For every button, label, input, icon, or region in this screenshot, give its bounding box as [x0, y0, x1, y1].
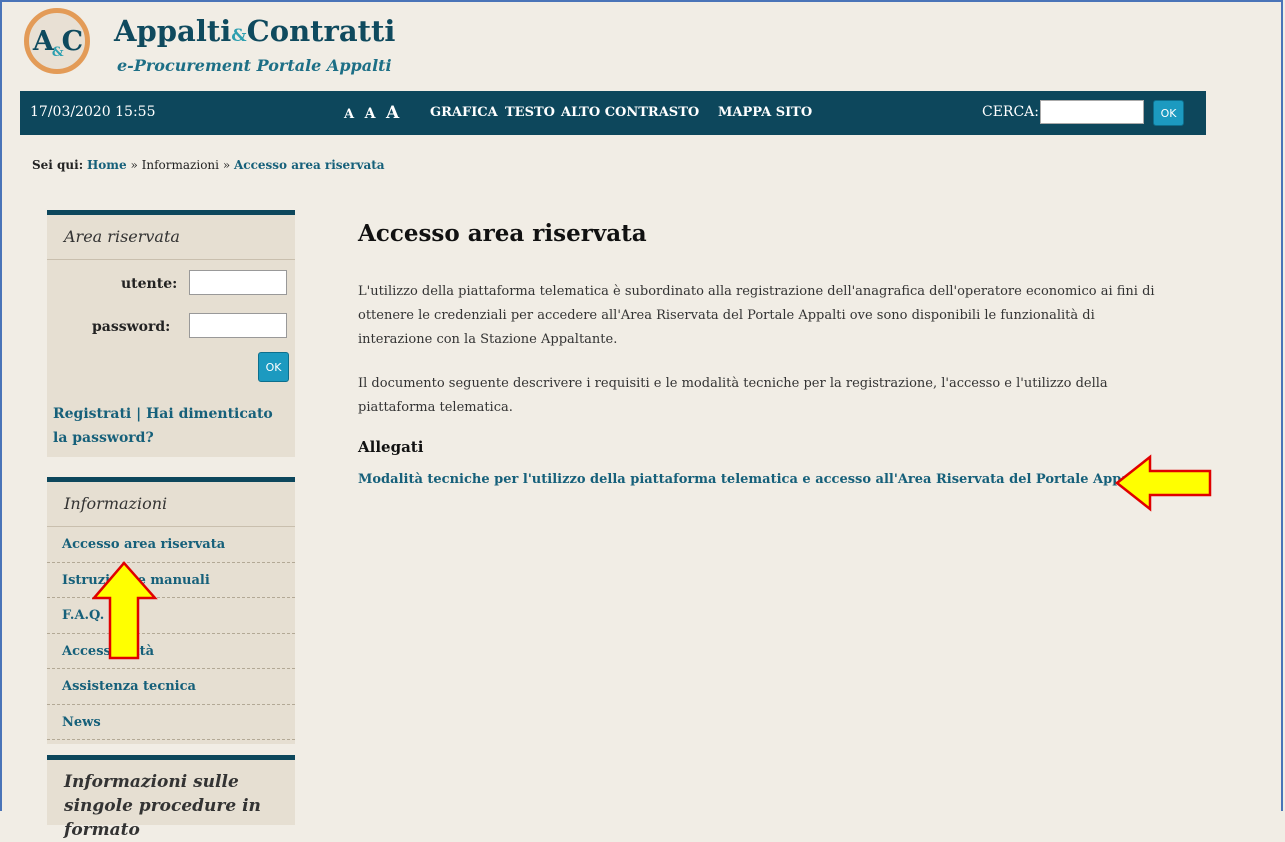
attachments-heading: Allegati [358, 438, 424, 456]
logo-icon[interactable]: A&C [24, 8, 90, 74]
up-arrow-icon [92, 561, 158, 660]
search-input[interactable] [1040, 100, 1144, 124]
datetime: 17/03/2020 15:55 [30, 104, 156, 120]
password-input[interactable] [189, 313, 287, 338]
register-link[interactable]: Registrati [53, 406, 131, 422]
login-box: Area riservata utente: password: OK Regi… [47, 210, 295, 457]
procedures-box: Informazioni sulle singole procedure in … [47, 755, 295, 840]
left-arrow-icon [1114, 454, 1212, 512]
info-item-news[interactable]: News [47, 705, 295, 740]
password-label: password: [92, 319, 171, 335]
username-input[interactable] [189, 270, 287, 295]
breadcrumb-current-link[interactable]: Accesso area riservata [234, 158, 385, 172]
search-ok-button[interactable]: OK [1153, 100, 1184, 126]
nav-mappa-sito[interactable]: MAPPA SITO [718, 105, 812, 120]
breadcrumb-home-link[interactable]: Home [87, 158, 127, 172]
search-label: CERCA: [982, 104, 1040, 120]
top-nav-bar: 17/03/2020 15:55 A A A GRAFICA TESTO ALT… [20, 91, 1206, 135]
info-box: Informazioni Accesso area riservata Istr… [47, 477, 295, 744]
text-size-controls: A A A [344, 103, 405, 123]
page-title: Accesso area riservata [358, 220, 647, 247]
site-title[interactable]: Appalti&Contratti [114, 17, 395, 46]
info-item-accessibilita[interactable]: Accessibilità [47, 634, 295, 669]
breadcrumb-informazioni: Informazioni [141, 158, 219, 172]
text-size-small-button[interactable]: A [344, 107, 354, 122]
info-item-faq[interactable]: F.A.Q. [47, 598, 295, 634]
info-box-title: Informazioni [47, 482, 295, 527]
breadcrumb: Sei qui: Home » Informazioni » Accesso a… [32, 158, 385, 172]
login-ok-button[interactable]: OK [258, 352, 289, 382]
site-subtitle: e-Procurement Portale Appalti [117, 56, 392, 75]
login-links: Registrati | Hai dimenticato la password… [53, 402, 283, 450]
username-label: utente: [121, 276, 178, 292]
breadcrumb-label: Sei qui: [32, 158, 84, 172]
intro-paragraph: L'utilizzo della piattaforma telematica … [358, 284, 1155, 347]
nav-testo[interactable]: TESTO [505, 105, 555, 120]
info-item-assistenza-tecnica[interactable]: Assistenza tecnica [47, 669, 295, 705]
login-box-title: Area riservata [47, 215, 295, 260]
text-size-medium-button[interactable]: A [365, 106, 376, 122]
info-item-accesso-area-riservata[interactable]: Accesso area riservata [47, 527, 295, 563]
nav-grafica[interactable]: GRAFICA [430, 105, 498, 120]
procedures-box-title: Informazioni sulle singole procedure in … [64, 772, 261, 840]
nav-alto-contrasto[interactable]: ALTO CONTRASTO [561, 105, 699, 120]
links-separator: | [131, 406, 147, 422]
breadcrumb-separator: » [219, 158, 234, 172]
info-item-istruzioni-manuali[interactable]: Istruzioni e manuali [47, 563, 295, 598]
attachment-link[interactable]: Modalità tecniche per l'utilizzo della p… [358, 472, 1146, 487]
document-paragraph: Il documento seguente descrivere i requi… [358, 376, 1108, 415]
text-size-large-button[interactable]: A [386, 103, 399, 123]
breadcrumb-separator: » [126, 158, 142, 172]
logo-text: A&C [32, 25, 83, 60]
